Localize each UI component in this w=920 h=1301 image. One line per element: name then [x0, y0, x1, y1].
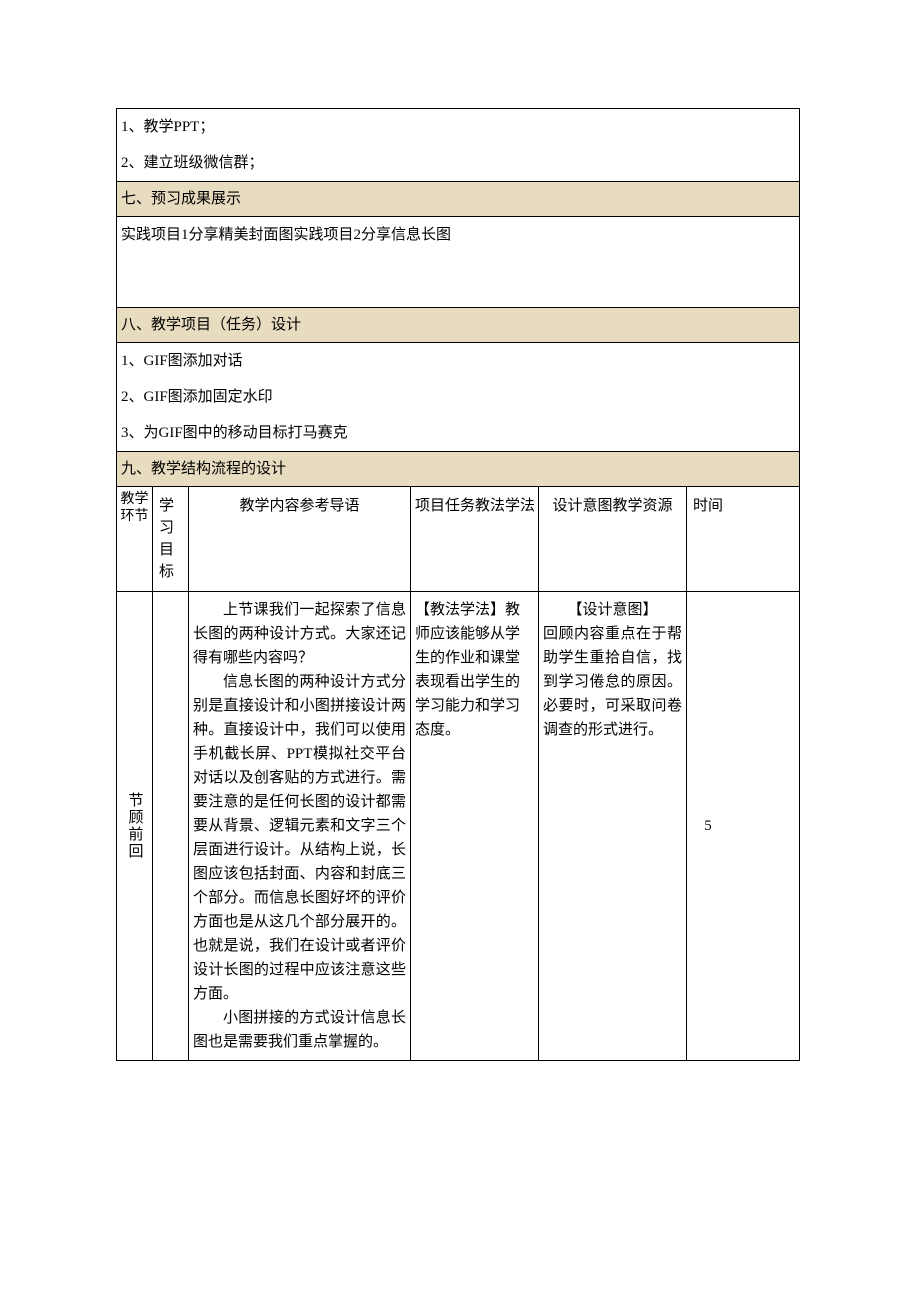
table-row: 节顾前回 上节课我们一起探索了信息长图的两种设计方式。大家还记得有哪些内容吗？ … — [117, 592, 799, 1060]
s8-item-2: 2、GIF图添加固定水印 — [121, 385, 795, 409]
th-goal-line2: 目标 — [159, 539, 186, 583]
s8-item-3: 3、为GIF图中的移动目标打马赛克 — [121, 421, 795, 445]
s8-item-1: 1、GIF图添加对话 — [121, 349, 795, 373]
row-intent-cell: 【设计意图】 回顾内容重点在于帮助学生重拾自信，找到学习倦怠的原因。必要时，可采… — [539, 592, 687, 1060]
row-content-p1: 上节课我们一起探索了信息长图的两种设计方式。大家还记得有哪些内容吗？ — [193, 598, 406, 670]
s6-item-2: 2、建立班级微信群； — [121, 151, 795, 175]
th-method: 项目任务教法学法 — [411, 487, 539, 591]
row-content-p2: 信息长图的两种设计方式分别是直接设计和小图拼接设计两种。直接设计中，我们可以使用… — [193, 670, 406, 1006]
row-goal-cell — [153, 592, 189, 1060]
section-7-header: 七、预习成果展示 — [117, 182, 799, 217]
row-time-cell: 5 — [687, 592, 729, 1060]
row-content-p3: 小图拼接的方式设计信息长图也是需要我们重点掌握的。 — [193, 1006, 406, 1054]
th-time: 时间 — [687, 487, 729, 591]
lesson-plan-table: 1、教学PPT； 2、建立班级微信群； 七、预习成果展示 实践项目1分享精美封面… — [116, 108, 800, 1061]
row-intent-label: 【设计意图】 — [543, 598, 682, 622]
section-8-body: 1、GIF图添加对话 2、GIF图添加固定水印 3、为GIF图中的移动目标打马赛… — [117, 343, 799, 452]
section-6-body: 1、教学PPT； 2、建立班级微信群； — [117, 109, 799, 182]
row-content-cell: 上节课我们一起探索了信息长图的两种设计方式。大家还记得有哪些内容吗？ 信息长图的… — [189, 592, 411, 1060]
row-method-cell: 【教法学法】教师应该能够从学生的作业和课堂表现看出学生的学习能力和学习态度。 — [411, 592, 539, 1060]
th-stage: 教学环节 — [117, 487, 153, 591]
th-intent: 设计意图教学资源 — [539, 487, 687, 591]
page: 1、教学PPT； 2、建立班级微信群； 七、预习成果展示 实践项目1分享精美封面… — [0, 0, 920, 1301]
s6-item-1: 1、教学PPT； — [121, 115, 795, 139]
th-goal-line1: 学习 — [159, 495, 186, 539]
th-goal: 学习 目标 — [153, 487, 189, 591]
section-9-header: 九、教学结构流程的设计 — [117, 452, 799, 487]
section-8-header: 八、教学项目（任务）设计 — [117, 308, 799, 343]
row-intent-text: 回顾内容重点在于帮助学生重拾自信，找到学习倦怠的原因。必要时，可采取问卷调查的形… — [543, 622, 682, 742]
section-7-body: 实践项目1分享精美封面图实践项目2分享信息长图 — [117, 217, 799, 308]
table-header-row: 教学环节 学习 目标 教学内容参考导语 项目任务教法学法 设计意图教学资源 时间 — [117, 487, 799, 592]
th-content: 教学内容参考导语 — [189, 487, 411, 591]
row-stage-label: 节顾前回 — [117, 592, 153, 1060]
